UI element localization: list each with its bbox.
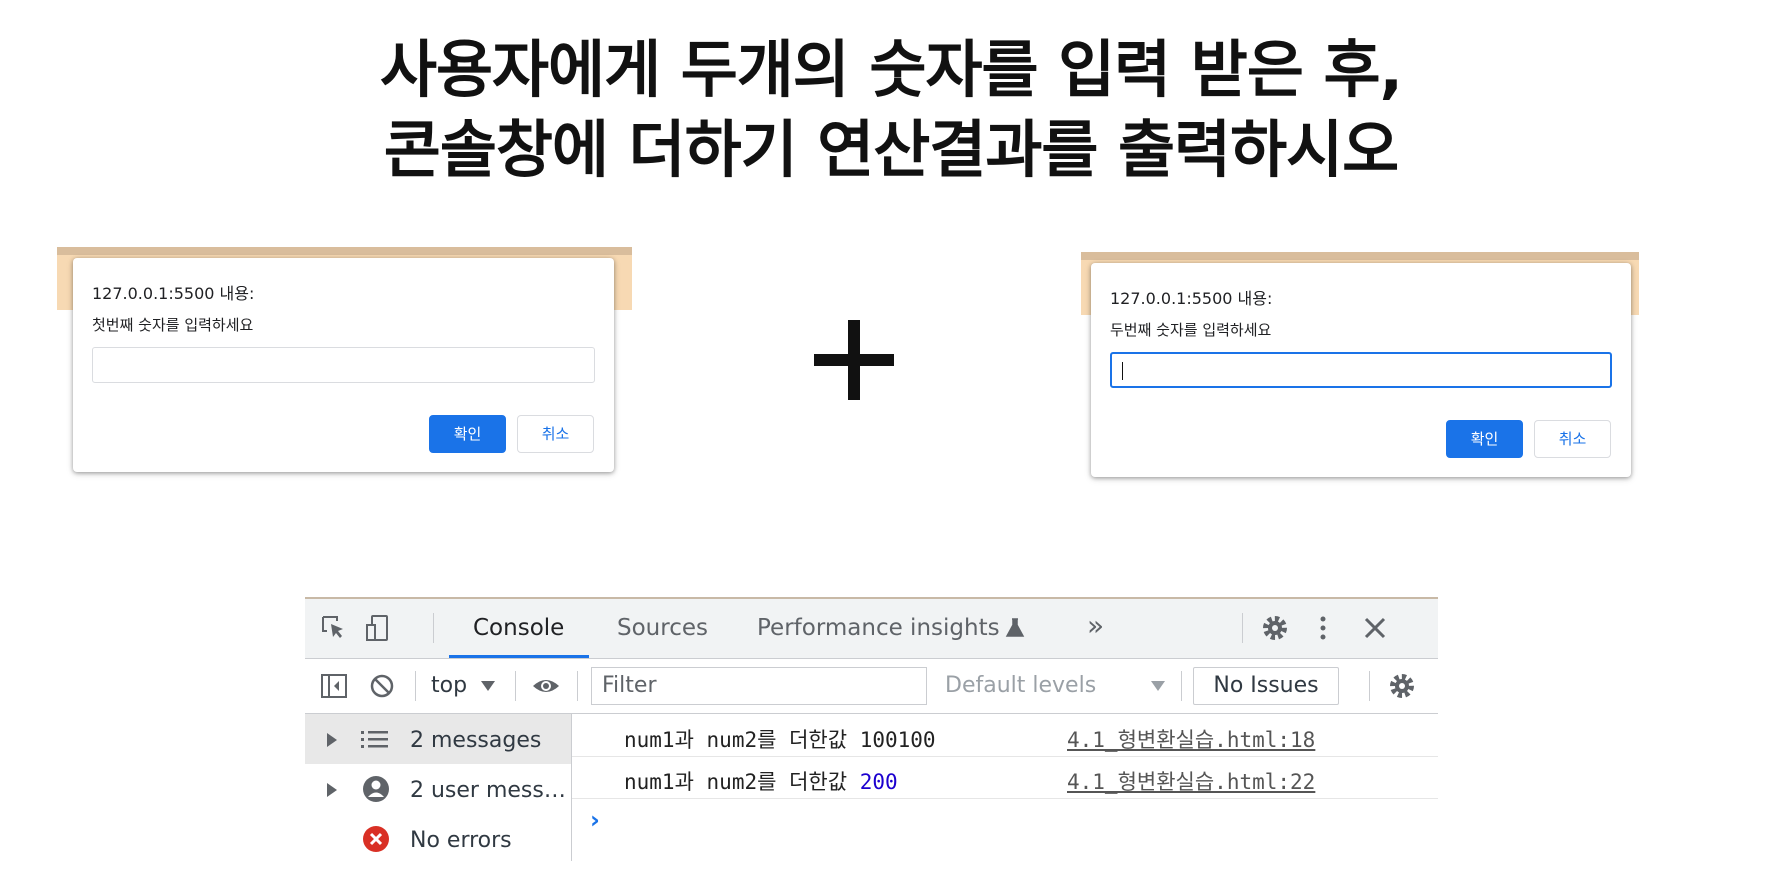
sidebar-item-messages[interactable]: 2 messages: [305, 714, 571, 764]
text-caret: [1122, 362, 1123, 380]
separator: [433, 613, 434, 643]
separator: [415, 671, 416, 701]
console-output: num1과 num2를 더한값 100100 4.1_형변환실습.html:18…: [572, 714, 1438, 861]
log-levels-dropdown[interactable]: Default levels: [945, 673, 1096, 698]
prompt-dialog-first: 127.0.0.1:5500 내용: 첫번째 숫자를 입력하세요 확인 취소: [57, 247, 632, 477]
more-tabs-icon[interactable]: »: [1087, 609, 1104, 642]
chevron-down-icon: [481, 681, 495, 691]
title-line-1: 사용자에게 두개의 숫자를 입력 받은 후,: [379, 33, 1403, 106]
tab-sources[interactable]: Sources: [617, 615, 708, 641]
clear-console-icon[interactable]: [367, 671, 397, 701]
expand-arrow-icon[interactable]: [327, 783, 337, 797]
tab-performance-insights[interactable]: Performance insights: [757, 615, 1000, 641]
prompt-dialog-second: 127.0.0.1:5500 내용: 두번째 숫자를 입력하세요 확인 취소: [1081, 252, 1639, 482]
user-icon: [363, 776, 389, 802]
sidebar-item-user-messages[interactable]: 2 user mess…: [305, 764, 571, 814]
kebab-menu-icon[interactable]: [1308, 613, 1338, 643]
devtools-tabbar: Console Sources Performance insights »: [305, 599, 1438, 659]
console-settings-icon[interactable]: [1387, 671, 1417, 701]
ok-button[interactable]: 확인: [1446, 420, 1523, 458]
dialog-box: 127.0.0.1:5500 내용: 두번째 숫자를 입력하세요 확인 취소: [1091, 263, 1631, 477]
sidebar-toggle-icon[interactable]: [319, 671, 349, 701]
separator: [1369, 671, 1370, 701]
issues-button[interactable]: No Issues: [1193, 667, 1339, 705]
context-selector[interactable]: top: [431, 673, 467, 698]
log-row: num1과 num2를 더한값 200 4.1_형변환실습.html:22: [572, 756, 1438, 799]
chevron-down-icon: [1151, 681, 1165, 691]
console-toolbar: top Filter Default levels No Issues: [305, 659, 1438, 714]
dialog-origin: 127.0.0.1:5500 내용:: [1110, 289, 1273, 308]
tab-console[interactable]: Console: [473, 615, 564, 641]
separator: [577, 671, 578, 701]
log-message: num1과 num2를 더한값 200: [624, 770, 898, 794]
dialog-message: 두번째 숫자를 입력하세요: [1110, 321, 1272, 339]
error-icon: [363, 826, 389, 852]
dialog-box: 127.0.0.1:5500 내용: 첫번째 숫자를 입력하세요 확인 취소: [73, 258, 614, 472]
dialog-origin: 127.0.0.1:5500 내용:: [92, 284, 255, 303]
cancel-button[interactable]: 취소: [517, 415, 594, 453]
dialog-input[interactable]: [92, 347, 595, 383]
page-title: 사용자에게 두개의 숫자를 입력 받은 후, 콘솔창에 더하기 연산결과를 출력…: [0, 30, 1782, 190]
sidebar-item-label: 2 messages: [410, 728, 542, 753]
cancel-button[interactable]: 취소: [1534, 420, 1611, 458]
log-source-link[interactable]: 4.1_형변환실습.html:18: [1067, 724, 1315, 754]
eye-icon[interactable]: [531, 671, 561, 701]
dialog-message: 첫번째 숫자를 입력하세요: [92, 316, 254, 334]
active-tab-indicator: [449, 655, 589, 658]
log-message: num1과 num2를 더한값 100100: [624, 728, 936, 752]
plus-icon: [814, 320, 894, 400]
devtools-panel: Console Sources Performance insights » t…: [305, 597, 1438, 861]
log-value: 200: [859, 770, 898, 794]
expand-arrow-icon[interactable]: [327, 733, 337, 747]
log-source-link[interactable]: 4.1_형변환실습.html:22: [1067, 766, 1315, 796]
flask-icon: [1005, 618, 1025, 637]
dialog-input[interactable]: [1110, 352, 1612, 388]
sidebar-item-errors[interactable]: No errors: [305, 814, 571, 861]
console-sidebar: 2 messages 2 user mess… No errors: [305, 714, 572, 861]
sidebar-item-label: No errors: [410, 828, 512, 853]
inspect-element-icon[interactable]: [319, 613, 349, 643]
separator: [515, 671, 516, 701]
title-line-2: 콘솔창에 더하기 연산결과를 출력하시오: [383, 113, 1399, 186]
close-icon[interactable]: [1360, 613, 1390, 643]
sidebar-item-label: 2 user mess…: [410, 778, 566, 803]
separator: [1242, 613, 1243, 643]
ok-button[interactable]: 확인: [429, 415, 506, 453]
log-value: 100100: [859, 728, 936, 752]
console-prompt-icon[interactable]: ›: [590, 806, 600, 834]
separator: [1181, 671, 1182, 701]
list-icon: [361, 731, 388, 748]
device-toolbar-icon[interactable]: [363, 613, 393, 643]
filter-input[interactable]: Filter: [591, 667, 927, 705]
log-row: num1과 num2를 더한값 100100 4.1_형변환실습.html:18: [572, 714, 1438, 757]
gear-icon[interactable]: [1260, 613, 1290, 643]
